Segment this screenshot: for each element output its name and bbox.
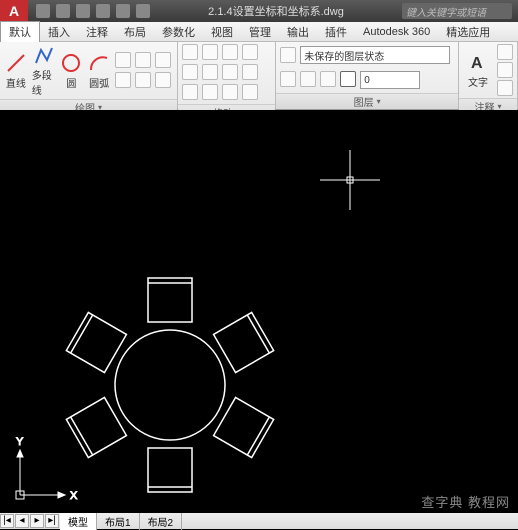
tab-default[interactable]: 默认: [0, 21, 40, 42]
svg-text:A: A: [471, 55, 483, 72]
move-icon[interactable]: [182, 44, 198, 60]
array-icon[interactable]: [222, 84, 238, 100]
point-icon[interactable]: [135, 72, 151, 88]
arc-label: 圆弧: [89, 75, 109, 90]
modify-tools: [182, 44, 260, 102]
tab-parametric[interactable]: 参数化: [154, 22, 203, 42]
tab-a360[interactable]: Autodesk 360: [355, 24, 438, 40]
ribbon: 直线 多段线 圆 圆弧 绘图▾: [0, 42, 518, 110]
svg-text:Y: Y: [16, 436, 24, 448]
rotate-icon[interactable]: [202, 44, 218, 60]
circle-icon: [60, 52, 82, 74]
tab-next-icon[interactable]: ▸: [30, 514, 44, 528]
arc-button[interactable]: 圆弧: [87, 52, 111, 90]
panel-layer-title[interactable]: 图层▾: [276, 93, 458, 109]
region-icon[interactable]: [155, 72, 171, 88]
current-layer-dropdown[interactable]: 0: [360, 71, 420, 89]
ucs-icon: X Y: [16, 436, 78, 502]
chevron-down-icon: ▾: [377, 97, 381, 106]
drawing-content: X Y: [0, 110, 518, 512]
trim-icon[interactable]: [222, 44, 238, 60]
polyline-button[interactable]: 多段线: [32, 44, 56, 97]
drawing-canvas[interactable]: X Y: [0, 110, 518, 512]
tab-first-icon[interactable]: |◂: [0, 514, 14, 528]
ribbon-tabs: 默认 插入 注释 布局 参数化 视图 管理 输出 插件 Autodesk 360…: [0, 22, 518, 42]
panel-annotate: A 文字 注释▾: [459, 42, 518, 109]
line-label: 直线: [6, 75, 26, 90]
tab-featured[interactable]: 精选应用: [438, 22, 498, 42]
help-search-input[interactable]: 键入关键字或短语: [402, 3, 512, 19]
layer-off-icon[interactable]: [280, 71, 296, 87]
layout-tab-layout1[interactable]: 布局1: [97, 513, 140, 530]
layout-tab-model[interactable]: 模型: [60, 513, 97, 530]
table-icon[interactable]: [497, 80, 513, 96]
watermark-text: 查字典 教程网: [421, 492, 510, 511]
tab-layout[interactable]: 布局: [116, 22, 154, 42]
qat-print-icon[interactable]: [136, 4, 150, 18]
crosshair-cursor: [320, 150, 380, 210]
svg-text:X: X: [70, 490, 78, 502]
panel-modify: 修改▾: [178, 42, 276, 109]
qat-new-icon[interactable]: [36, 4, 50, 18]
circle-label: 圆: [66, 75, 76, 90]
tab-prev-icon[interactable]: ◂: [15, 514, 29, 528]
tab-manage[interactable]: 管理: [241, 22, 279, 42]
layer-lock-icon[interactable]: [320, 71, 336, 87]
erase-icon[interactable]: [242, 44, 258, 60]
tab-view[interactable]: 视图: [203, 22, 241, 42]
tab-annotate[interactable]: 注释: [78, 22, 116, 42]
stretch-icon[interactable]: [182, 84, 198, 100]
layer-color-icon[interactable]: [340, 71, 356, 87]
draw-small-tools: [115, 52, 173, 90]
tab-insert[interactable]: 插入: [40, 22, 78, 42]
leader-icon[interactable]: [497, 62, 513, 78]
line-button[interactable]: 直线: [4, 52, 28, 90]
qat-redo-icon[interactable]: [116, 4, 130, 18]
tab-output[interactable]: 输出: [279, 22, 317, 42]
copy-icon[interactable]: [182, 64, 198, 80]
spline-icon[interactable]: [135, 52, 151, 68]
rectangle-icon[interactable]: [115, 52, 131, 68]
arc-icon: [88, 52, 110, 74]
panel-layer: 未保存的图层状态 0 图层▾: [276, 42, 459, 109]
circle-button[interactable]: 圆: [60, 52, 84, 90]
statusbar: |◂ ◂ ▸ ▸| 模型 布局1 布局2: [0, 513, 518, 529]
polyline-label: 多段线: [32, 67, 56, 97]
offset-icon[interactable]: [242, 84, 258, 100]
dimension-icon[interactable]: [497, 44, 513, 60]
drawing-objects: [66, 278, 273, 492]
explode-icon[interactable]: [242, 64, 258, 80]
fillet-icon[interactable]: [222, 64, 238, 80]
line-icon: [5, 52, 27, 74]
layer-freeze-icon[interactable]: [300, 71, 316, 87]
text-icon: A: [467, 51, 489, 73]
layer-state-dropdown[interactable]: 未保存的图层状态: [300, 46, 450, 64]
polyline-icon: [33, 44, 55, 66]
mirror-icon[interactable]: [202, 64, 218, 80]
quick-access-toolbar: [36, 4, 150, 18]
scale-icon[interactable]: [202, 84, 218, 100]
app-menu-button[interactable]: A: [0, 0, 28, 22]
layout-tab-arrows: |◂ ◂ ▸ ▸|: [0, 514, 60, 528]
layer-properties-icon[interactable]: [280, 47, 296, 63]
qat-open-icon[interactable]: [56, 4, 70, 18]
text-button[interactable]: A 文字: [463, 51, 493, 89]
ellipse-icon[interactable]: [155, 52, 171, 68]
window-title: 2.1.4设置坐标和坐标系.dwg: [150, 3, 402, 19]
panel-draw: 直线 多段线 圆 圆弧 绘图▾: [0, 42, 178, 109]
titlebar: A 2.1.4设置坐标和坐标系.dwg 键入关键字或短语: [0, 0, 518, 22]
tab-last-icon[interactable]: ▸|: [45, 514, 59, 528]
qat-undo-icon[interactable]: [96, 4, 110, 18]
text-label: 文字: [468, 74, 488, 89]
qat-save-icon[interactable]: [76, 4, 90, 18]
hatch-icon[interactable]: [115, 72, 131, 88]
layout-tab-layout2[interactable]: 布局2: [140, 513, 183, 530]
tab-addins[interactable]: 插件: [317, 22, 355, 42]
